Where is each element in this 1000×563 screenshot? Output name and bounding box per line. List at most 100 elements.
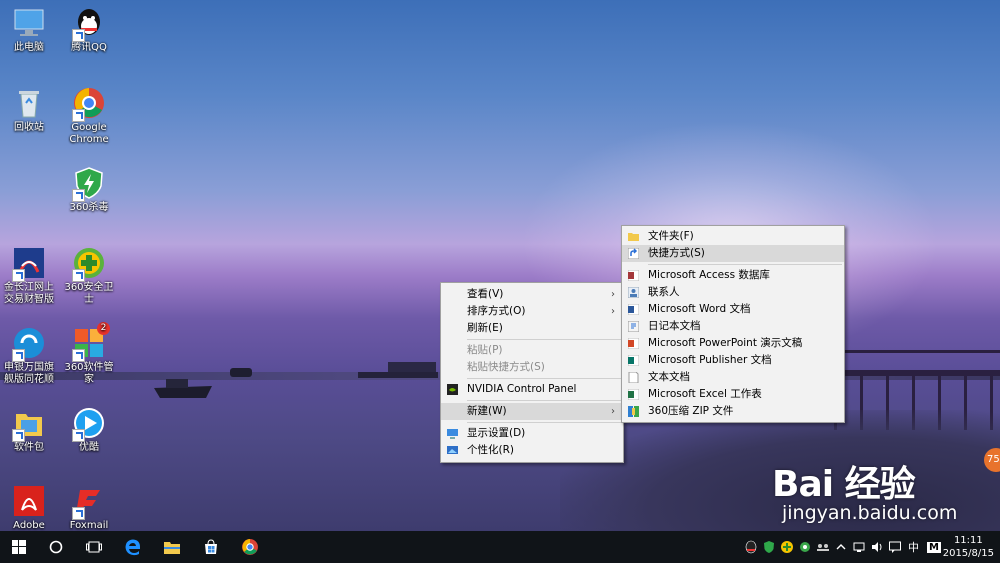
taskbar-clock[interactable]: 11:11 2015/8/15 bbox=[943, 534, 994, 560]
360-shield-tray-icon[interactable] bbox=[762, 540, 776, 554]
submenu-item-folder[interactable]: 文件夹(F) bbox=[622, 228, 844, 245]
nvidia-icon bbox=[447, 384, 458, 395]
chevron-up-icon[interactable] bbox=[834, 540, 848, 554]
people-tray-icon[interactable] bbox=[816, 540, 830, 554]
boat-silhouette bbox=[154, 379, 212, 398]
clock-date: 2015/8/15 bbox=[942, 548, 994, 559]
desktop-icon-360-security[interactable]: 360安全卫士 bbox=[61, 246, 117, 306]
taskbar-chrome-button[interactable] bbox=[231, 531, 269, 563]
shortcut-overlay-icon bbox=[72, 429, 85, 442]
desktop-icon-360-antivirus[interactable]: 360杀毒 bbox=[61, 166, 117, 214]
desktop-icon-software-folder[interactable]: 软件包 bbox=[1, 406, 57, 454]
action-center-icon[interactable] bbox=[888, 540, 902, 554]
360-security-tray-icon[interactable] bbox=[780, 540, 794, 554]
desktop-icon-jinchangjiang[interactable]: 金长江网上交易财智版 bbox=[1, 246, 57, 306]
network-helper-tray-icon[interactable] bbox=[798, 540, 812, 554]
submenu-item-excel-worksheet[interactable]: Microsoft Excel 工作表 bbox=[622, 386, 844, 403]
desktop-icon-qq[interactable]: 腾讯QQ bbox=[61, 6, 117, 54]
submenu-item-access-database[interactable]: Microsoft Access 数据库 bbox=[622, 267, 844, 284]
desktop-icon-shenyin[interactable]: 申银万国旗舰版同花顺 bbox=[1, 326, 57, 386]
foxmail-icon bbox=[72, 484, 106, 520]
menu-separator bbox=[467, 400, 621, 401]
new-submenu: 文件夹(F) 快捷方式(S) Microsoft Access 数据库 联系人 … bbox=[621, 225, 845, 423]
personalize-icon bbox=[447, 446, 458, 454]
chevron-right-icon: › bbox=[611, 289, 615, 300]
submenu-item-contact[interactable]: 联系人 bbox=[622, 284, 844, 301]
menu-item-refresh[interactable]: 刷新(E) bbox=[441, 320, 623, 337]
menu-item-new[interactable]: 新建(W) › bbox=[441, 403, 623, 420]
menu-separator bbox=[467, 378, 621, 379]
zip-icon bbox=[628, 406, 639, 417]
network-icon[interactable] bbox=[852, 540, 866, 554]
submenu-item-zip-file[interactable]: 360压缩 ZIP 文件 bbox=[622, 403, 844, 420]
submenu-item-text-document[interactable]: 文本文档 bbox=[622, 369, 844, 386]
360-antivirus-icon bbox=[72, 166, 106, 202]
shortcut-overlay-icon bbox=[72, 349, 85, 362]
adobe-icon bbox=[12, 484, 46, 518]
windows-logo-icon bbox=[12, 540, 26, 554]
menu-item-paste[interactable]: 粘贴(P) bbox=[441, 342, 623, 359]
shortcut-overlay-icon bbox=[12, 349, 25, 362]
taskbar-store-button[interactable] bbox=[192, 531, 230, 563]
submenu-item-journal-document[interactable]: 日记本文档 bbox=[622, 318, 844, 335]
taskbar-edge-button[interactable] bbox=[114, 531, 152, 563]
display-settings-icon bbox=[447, 429, 458, 439]
menu-item-nvidia-control-panel[interactable]: NVIDIA Control Panel bbox=[441, 381, 623, 398]
powerpoint-icon bbox=[628, 338, 639, 349]
watermark-url: jingyan.baidu.com bbox=[782, 502, 958, 524]
watermark-brand: Bai 经验 bbox=[772, 464, 916, 505]
search-button[interactable] bbox=[37, 531, 75, 563]
cortana-circle-icon bbox=[49, 540, 63, 554]
shortcut-overlay-icon bbox=[72, 507, 85, 520]
desktop-icon-youku[interactable]: 优酷 bbox=[61, 406, 117, 454]
360-security-icon bbox=[72, 246, 106, 282]
desktop-icon-360-software[interactable]: 2 360软件管家 bbox=[61, 322, 117, 386]
ime-indicator[interactable]: 中 bbox=[908, 539, 919, 555]
menu-item-sort-by[interactable]: 排序方式(O) › bbox=[441, 303, 623, 320]
submenu-item-shortcut[interactable]: 快捷方式(S) bbox=[622, 245, 844, 262]
menu-item-view[interactable]: 查看(V) › bbox=[441, 286, 623, 303]
recycle-bin-icon bbox=[12, 86, 46, 120]
small-boat-silhouette bbox=[230, 368, 252, 377]
submenu-item-publisher-document[interactable]: Microsoft Publisher 文档 bbox=[622, 352, 844, 369]
chevron-right-icon: › bbox=[611, 306, 615, 317]
task-view-button[interactable] bbox=[75, 531, 113, 563]
menu-item-paste-shortcut[interactable]: 粘贴快捷方式(S) bbox=[441, 359, 623, 376]
shortcut-overlay-icon bbox=[12, 429, 25, 442]
menu-separator bbox=[648, 264, 842, 265]
menu-item-personalize[interactable]: 个性化(R) bbox=[441, 442, 623, 459]
contact-icon bbox=[628, 287, 639, 298]
shortcut-overlay-icon bbox=[12, 269, 25, 282]
journal-icon bbox=[628, 321, 639, 332]
shortcut-overlay-icon bbox=[72, 269, 85, 282]
taskbar-file-explorer-button[interactable] bbox=[153, 531, 191, 563]
volume-icon[interactable] bbox=[870, 540, 884, 554]
jetty-silhouette bbox=[358, 362, 438, 378]
folder-icon bbox=[628, 233, 639, 241]
shortcut-overlay-icon bbox=[72, 29, 85, 42]
menu-separator bbox=[467, 422, 621, 423]
shenyin-icon bbox=[12, 326, 46, 362]
desktop-icon-recycle-bin[interactable]: 回收站 bbox=[1, 86, 57, 134]
desktop-icon-computer[interactable]: 此电脑 bbox=[1, 6, 57, 54]
360-software-icon: 2 bbox=[72, 322, 110, 362]
menu-item-display-settings[interactable]: 显示设置(D) bbox=[441, 425, 623, 442]
shortcut-overlay-icon bbox=[72, 189, 85, 202]
baidu-watermark: Bai 经验 jingyan.baidu.com bbox=[772, 455, 1000, 531]
submenu-item-word-document[interactable]: Microsoft Word 文档 bbox=[622, 301, 844, 318]
folder-icon bbox=[12, 406, 46, 442]
input-method-indicator[interactable]: M bbox=[927, 541, 941, 553]
desktop-icon-foxmail[interactable]: Foxmail bbox=[61, 484, 117, 532]
task-view-icon bbox=[86, 541, 102, 553]
desktop-context-menu: 查看(V) › 排序方式(O) › 刷新(E) 粘贴(P) 粘贴快捷方式(S) NV… bbox=[440, 282, 624, 463]
jinchangjiang-icon bbox=[12, 246, 46, 282]
system-tray: 中 M bbox=[742, 531, 945, 563]
start-button[interactable] bbox=[0, 531, 38, 563]
publisher-icon bbox=[628, 355, 639, 366]
desktop-icon-adobe[interactable]: Adobe bbox=[1, 484, 57, 532]
qq-tray-icon[interactable] bbox=[744, 540, 758, 554]
submenu-item-powerpoint-presentation[interactable]: Microsoft PowerPoint 演示文稿 bbox=[622, 335, 844, 352]
desktop-icon-chrome[interactable]: Google Chrome bbox=[61, 86, 117, 146]
taskbar: 中 M 11:11 2015/8/15 bbox=[0, 531, 1000, 563]
store-icon bbox=[205, 539, 217, 554]
